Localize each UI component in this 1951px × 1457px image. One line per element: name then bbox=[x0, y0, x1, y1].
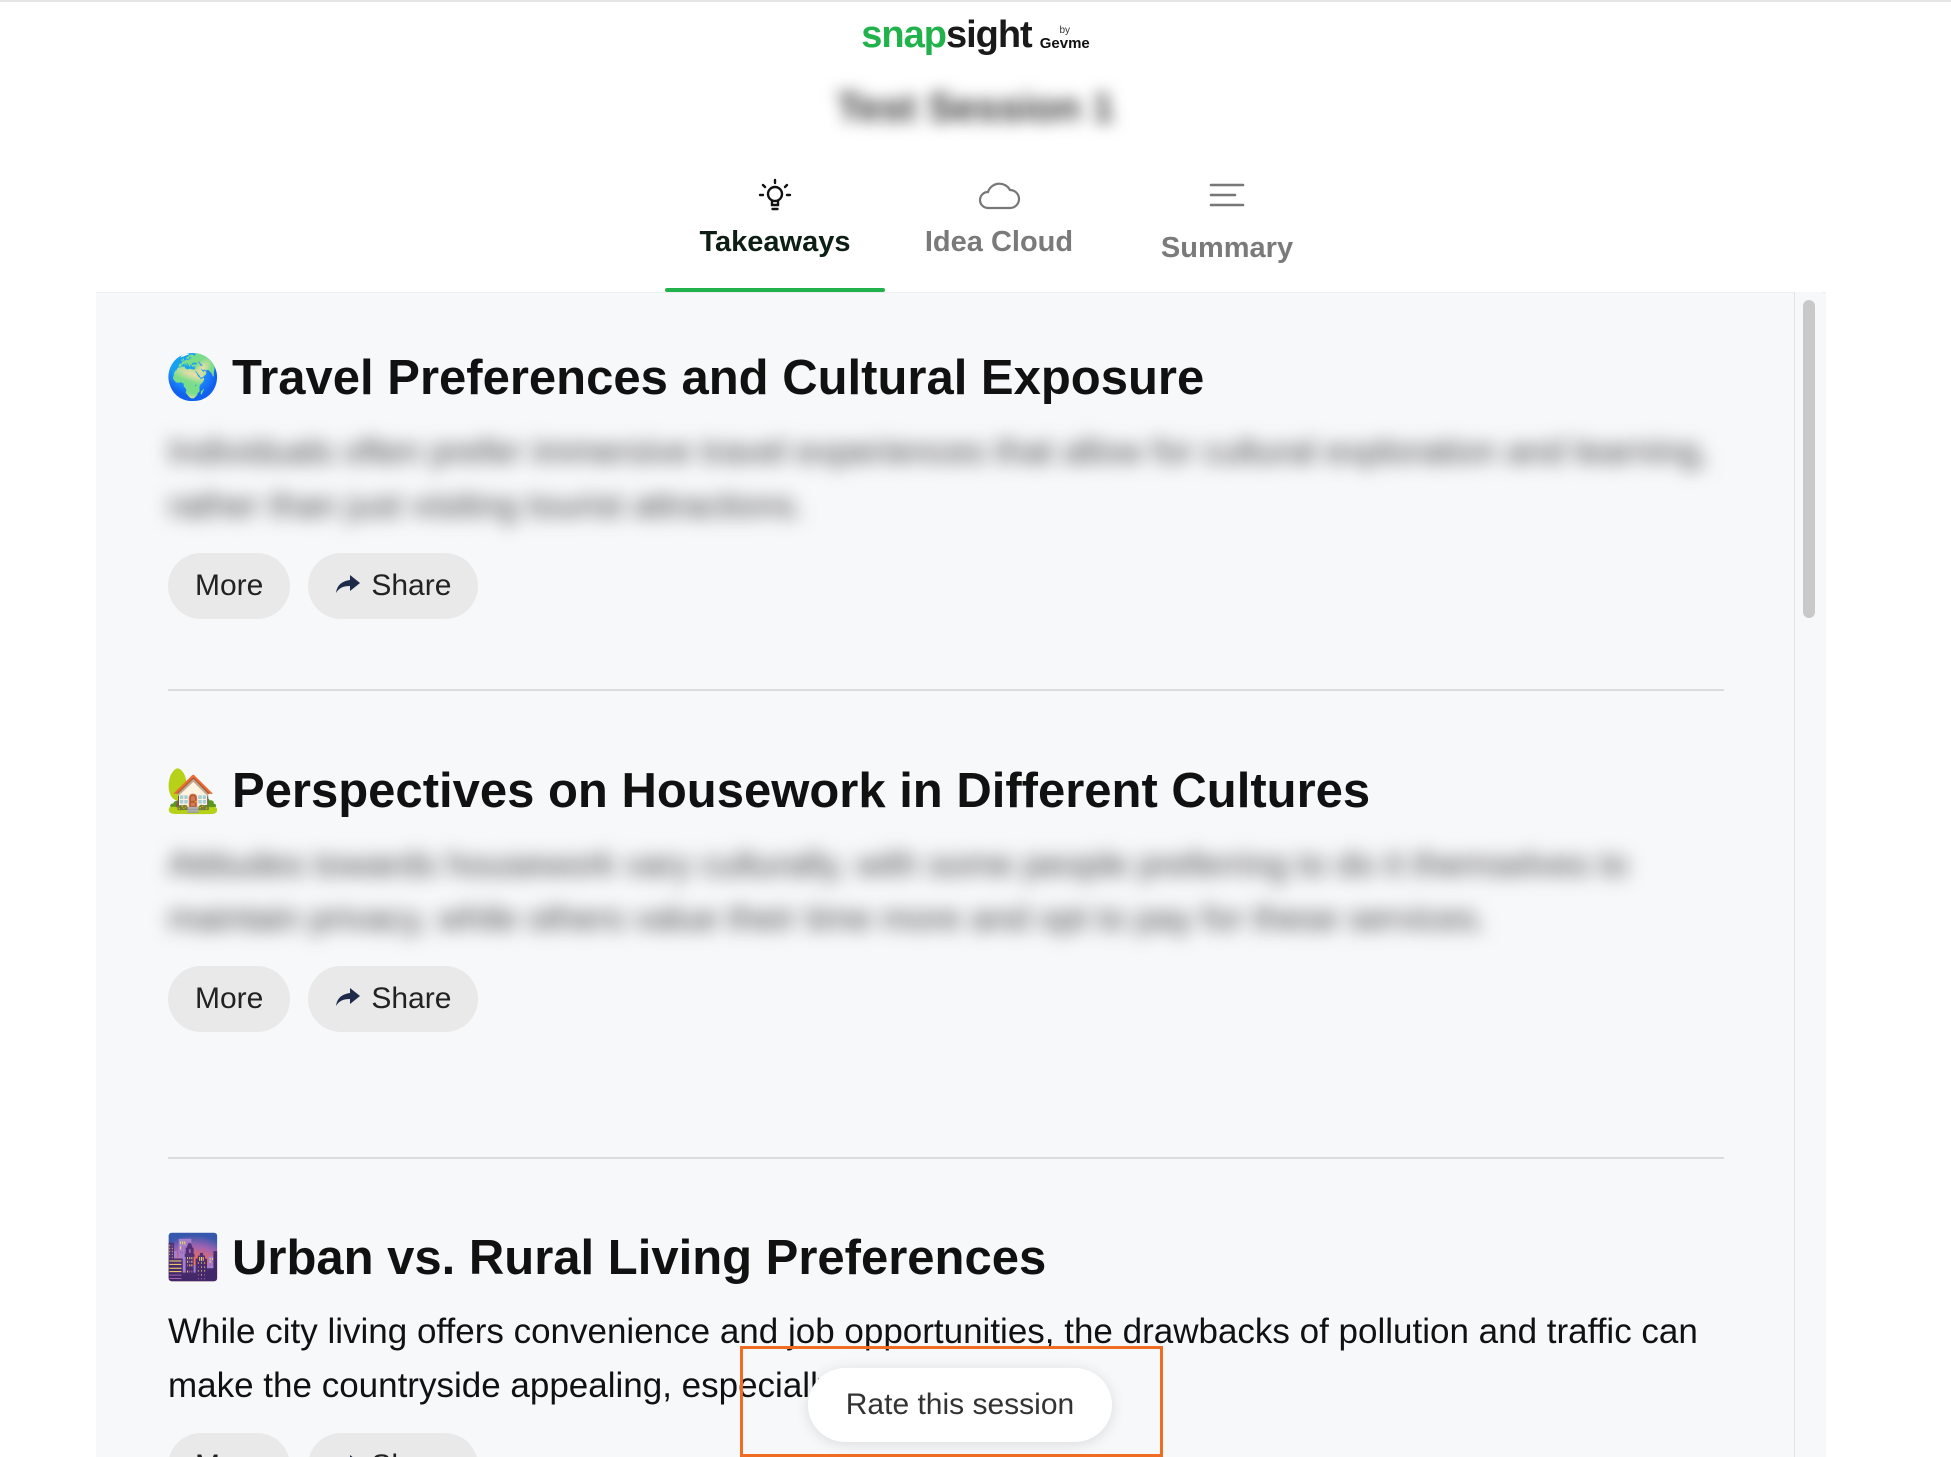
scrollbar-thumb[interactable] bbox=[1803, 300, 1815, 618]
logo-brand-text: Gevme bbox=[1039, 35, 1090, 52]
more-button[interactable]: More bbox=[168, 553, 291, 619]
takeaway-card: 🏡 Perspectives on Housework in Different… bbox=[165, 763, 1724, 1032]
session-title: Test Session 1 bbox=[836, 86, 1115, 130]
share-icon bbox=[335, 982, 361, 1016]
cloud-icon bbox=[976, 170, 1022, 220]
share-label: Share bbox=[371, 569, 452, 602]
lightbulb-icon bbox=[755, 170, 795, 220]
tab-bar: Takeaways Idea Cloud Summary bbox=[665, 170, 1341, 292]
takeaway-actions: More Share bbox=[168, 553, 1724, 619]
divider bbox=[168, 1157, 1724, 1159]
share-button[interactable]: Share bbox=[308, 966, 479, 1032]
more-label: More bbox=[195, 569, 264, 602]
takeaway-heading: 🏡 Perspectives on Housework in Different… bbox=[165, 763, 1724, 818]
rate-session-button[interactable]: Rate this session bbox=[808, 1368, 1112, 1442]
share-icon bbox=[335, 1449, 361, 1457]
divider bbox=[168, 689, 1724, 691]
tab-takeaways[interactable]: Takeaways bbox=[665, 170, 885, 292]
tab-label: Takeaways bbox=[699, 226, 851, 258]
more-label: More bbox=[195, 982, 264, 1015]
more-button[interactable]: More bbox=[168, 966, 291, 1032]
more-button[interactable]: More bbox=[168, 1433, 291, 1457]
takeaway-description: Attitudes towards housework vary cultura… bbox=[168, 845, 1629, 938]
takeaway-card: 🌍 Travel Preferences and Cultural Exposu… bbox=[165, 350, 1724, 619]
top-border bbox=[0, 0, 1951, 2]
takeaway-actions: More Share bbox=[168, 966, 1724, 1032]
share-icon bbox=[335, 569, 361, 603]
rate-session-label: Rate this session bbox=[845, 1388, 1075, 1421]
takeaways-panel: 🌍 Travel Preferences and Cultural Exposu… bbox=[96, 292, 1826, 1457]
share-label: Share bbox=[371, 1449, 451, 1457]
takeaway-title: Urban vs. Rural Living Preferences bbox=[232, 1230, 1047, 1285]
cityscape-icon: 🌆 bbox=[165, 1233, 221, 1282]
logo: snapsight by Gevme bbox=[0, 14, 1951, 57]
menu-lines-icon bbox=[1207, 170, 1247, 220]
logo-by-brand: by Gevme bbox=[1039, 26, 1090, 52]
logo-part-snap: snap bbox=[861, 14, 947, 56]
takeaway-title: Perspectives on Housework in Different C… bbox=[232, 763, 1371, 818]
logo-part-sight: sight bbox=[945, 14, 1033, 56]
tab-label: Summary bbox=[1160, 232, 1294, 264]
takeaway-heading: 🌍 Travel Preferences and Cultural Exposu… bbox=[165, 350, 1724, 405]
share-button[interactable]: Share bbox=[308, 553, 479, 619]
share-label: Share bbox=[371, 982, 452, 1015]
takeaway-heading: 🌆 Urban vs. Rural Living Preferences bbox=[165, 1230, 1724, 1285]
takeaway-description: Individuals often prefer immersive trave… bbox=[168, 432, 1709, 525]
share-button[interactable]: Share bbox=[308, 1433, 479, 1457]
house-icon: 🏡 bbox=[165, 766, 221, 815]
tab-idea-cloud[interactable]: Idea Cloud bbox=[885, 170, 1113, 292]
tab-summary[interactable]: Summary bbox=[1113, 170, 1341, 292]
globe-icon: 🌍 bbox=[165, 353, 221, 402]
scrollbar[interactable] bbox=[1794, 292, 1822, 1457]
takeaway-title: Travel Preferences and Cultural Exposure bbox=[232, 350, 1205, 405]
more-label: More bbox=[195, 1449, 263, 1457]
logo-wordmark: snapsight bbox=[861, 14, 1033, 57]
tab-label: Idea Cloud bbox=[924, 226, 1074, 258]
